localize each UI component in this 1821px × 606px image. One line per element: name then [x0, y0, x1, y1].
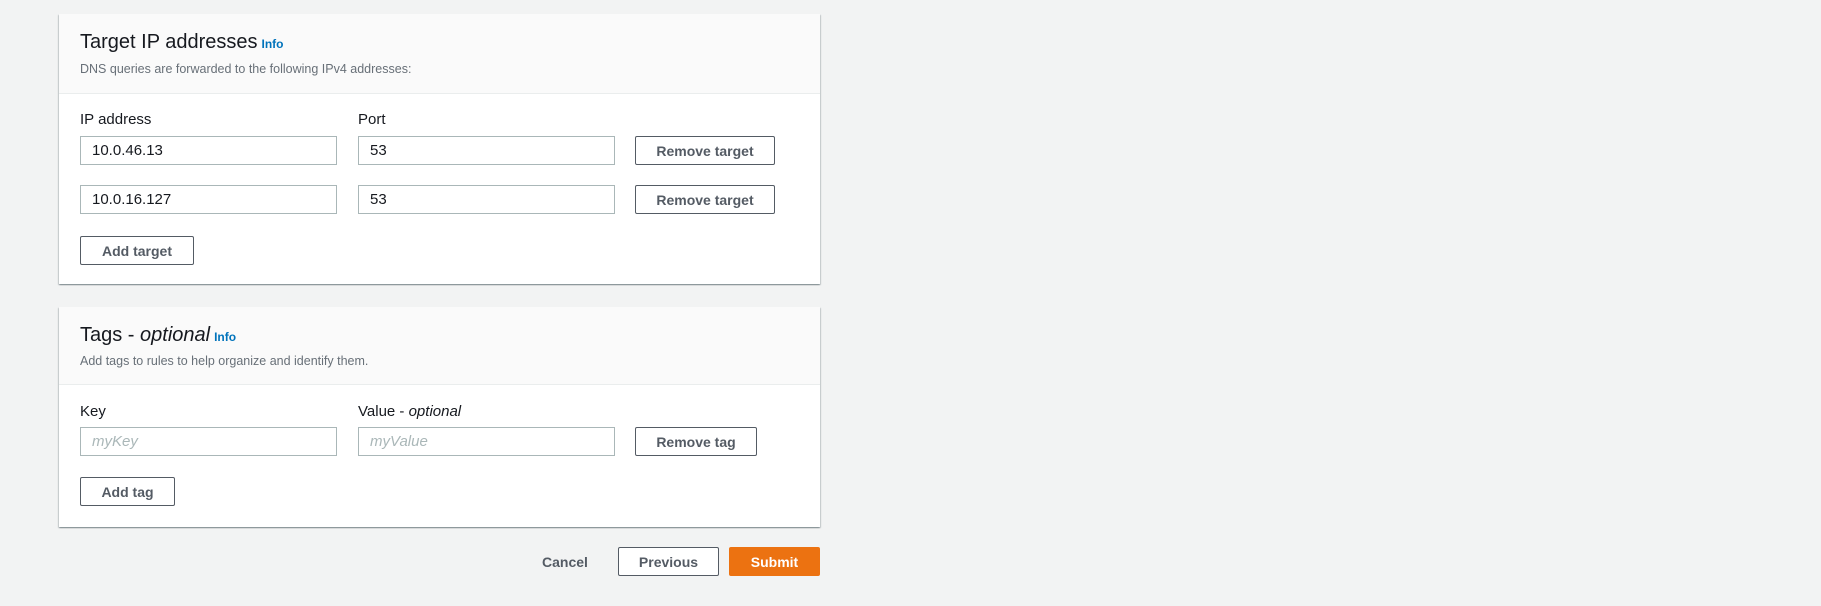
ip-address-input[interactable]	[80, 185, 337, 214]
value-label: Value - optional	[358, 403, 461, 420]
value-label-text: Value -	[358, 403, 409, 420]
title-text: Target IP addresses	[80, 31, 258, 53]
title-text: Tags -	[80, 324, 141, 346]
tags-panel: Tags - optional Info Add tags to rules to…	[59, 307, 820, 527]
info-link[interactable]: Info	[262, 37, 284, 51]
ip-address-label: IP address	[80, 111, 152, 128]
remove-target-button[interactable]: Remove target	[635, 185, 775, 214]
panel-title: Tags - optional Info	[80, 324, 236, 347]
remove-target-button[interactable]: Remove target	[635, 136, 775, 165]
value-label-optional: optional	[408, 403, 462, 420]
title-optional: optional	[140, 324, 211, 346]
target-ip-panel: Target IP addresses Info DNS queries are …	[59, 14, 820, 284]
previous-button[interactable]: Previous	[618, 547, 719, 576]
key-input[interactable]	[80, 427, 337, 456]
port-input[interactable]	[358, 136, 615, 165]
panel-description: DNS queries are forwarded to the followi…	[80, 62, 412, 76]
info-link[interactable]: Info	[214, 330, 236, 344]
key-label: Key	[80, 403, 106, 420]
port-input[interactable]	[358, 185, 615, 214]
cancel-button[interactable]: Cancel	[536, 547, 594, 576]
panel-description: Add tags to rules to help organize and i…	[80, 354, 369, 368]
panel-header: Tags - optional Info Add tags to rules to…	[59, 307, 820, 385]
submit-button[interactable]: Submit	[729, 547, 820, 576]
remove-tag-button[interactable]: Remove tag	[635, 427, 757, 456]
panel-header: Target IP addresses Info DNS queries are …	[59, 14, 820, 94]
value-input[interactable]	[358, 427, 615, 456]
panel-title: Target IP addresses Info	[80, 31, 284, 54]
add-tag-button[interactable]: Add tag	[80, 477, 175, 506]
add-target-button[interactable]: Add target	[80, 236, 194, 265]
port-label: Port	[358, 111, 386, 128]
ip-address-input[interactable]	[80, 136, 337, 165]
